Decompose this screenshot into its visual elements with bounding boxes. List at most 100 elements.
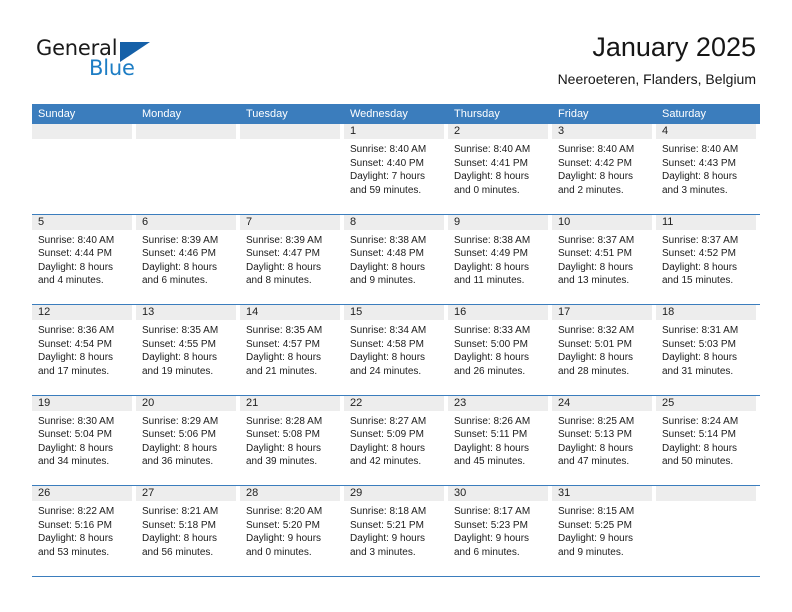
day-detail-sunrise: Sunrise: 8:35 AM xyxy=(142,325,219,336)
day-detail-daylight1: Daylight: 9 hours xyxy=(454,533,530,545)
day-details: Sunrise: 8:29 AM Sunset: 5:06 PM Daylight:… xyxy=(136,411,236,469)
day-detail-daylight1: Daylight: 8 hours xyxy=(246,442,322,454)
day-details: Sunrise: 8:30 AM Sunset: 5:04 PM Daylight:… xyxy=(32,411,132,469)
day-number: 24 xyxy=(552,395,652,411)
day-details: Sunrise: 8:37 AM Sunset: 4:52 PM Daylight:… xyxy=(656,230,756,288)
day-number xyxy=(32,124,132,139)
day-details: Sunrise: 8:20 AM Sunset: 5:20 PM Daylight:… xyxy=(240,501,340,559)
day-detail-daylight2: and 39 minutes. xyxy=(246,456,318,468)
day-detail-daylight1: Daylight: 8 hours xyxy=(558,442,634,454)
calendar-cell-inner: 29 Sunrise: 8:18 AM Sunset: 5:21 PM Dayligh… xyxy=(344,486,444,576)
day-detail-sunset: Sunset: 4:43 PM xyxy=(662,157,736,169)
day-details: Sunrise: 8:40 AM Sunset: 4:44 PM Daylight:… xyxy=(32,230,132,288)
day-details: Sunrise: 8:22 AM Sunset: 5:16 PM Daylight:… xyxy=(32,501,132,559)
day-detail-sunset: Sunset: 5:14 PM xyxy=(662,429,736,441)
day-number: 5 xyxy=(32,214,132,230)
calendar-day-cell[interactable]: 22 Sunrise: 8:27 AM Sunset: 5:09 PM Dayligh… xyxy=(344,395,448,485)
general-blue-logo[interactable]: General Blue xyxy=(36,36,150,80)
calendar-day-cell[interactable]: 1 Sunrise: 8:40 AM Sunset: 4:40 PM Daylight… xyxy=(344,124,448,214)
day-details: Sunrise: 8:28 AM Sunset: 5:08 PM Daylight:… xyxy=(240,411,340,469)
day-detail-daylight1: Daylight: 9 hours xyxy=(246,533,322,545)
calendar-cell-inner: 8 Sunrise: 8:38 AM Sunset: 4:48 PM Daylight… xyxy=(344,214,444,305)
calendar-day-cell[interactable]: 9 Sunrise: 8:38 AM Sunset: 4:49 PM Daylight… xyxy=(448,214,552,304)
calendar-day-cell[interactable]: 20 Sunrise: 8:29 AM Sunset: 5:06 PM Dayligh… xyxy=(136,395,240,485)
calendar-day-cell[interactable]: 23 Sunrise: 8:26 AM Sunset: 5:11 PM Dayligh… xyxy=(448,395,552,485)
weekday-header-friday: Friday xyxy=(558,108,589,120)
calendar-cell-inner: 13 Sunrise: 8:35 AM Sunset: 4:55 PM Dayligh… xyxy=(136,305,236,395)
calendar-day-cell[interactable]: 5 Sunrise: 8:40 AM Sunset: 4:44 PM Daylight… xyxy=(32,214,136,304)
calendar-day-cell[interactable]: 7 Sunrise: 8:39 AM Sunset: 4:47 PM Daylight… xyxy=(240,214,344,305)
day-detail-sunset: Sunset: 5:01 PM xyxy=(558,338,632,350)
day-detail-daylight1: Daylight: 8 hours xyxy=(454,171,530,183)
calendar-day-cell[interactable]: 4 Sunrise: 8:40 AM Sunset: 4:43 PM Daylight… xyxy=(656,124,760,214)
calendar-cell-inner: 10 Sunrise: 8:37 AM Sunset: 4:51 PM Dayligh… xyxy=(552,214,652,305)
calendar-day-cell[interactable]: 14 Sunrise: 8:35 AM Sunset: 4:57 PM Dayligh… xyxy=(240,305,344,395)
day-detail-daylight2: and 59 minutes. xyxy=(350,184,422,196)
calendar-cell-inner: 18 Sunrise: 8:31 AM Sunset: 5:03 PM Dayligh… xyxy=(656,305,756,395)
calendar-day-cell[interactable]: 19 Sunrise: 8:30 AM Sunset: 5:04 PM Dayligh… xyxy=(32,395,136,485)
calendar-day-cell[interactable]: 11 Sunrise: 8:37 AM Sunset: 4:52 PM Dayligh… xyxy=(656,214,760,304)
calendar-cell-inner: 31 Sunrise: 8:15 AM Sunset: 5:25 PM Dayligh… xyxy=(552,486,652,576)
calendar-day-cell[interactable]: 26 Sunrise: 8:22 AM Sunset: 5:16 PM Dayligh… xyxy=(32,486,136,576)
day-number: 21 xyxy=(240,395,340,411)
day-details: Sunrise: 8:35 AM Sunset: 4:55 PM Daylight:… xyxy=(136,320,236,378)
calendar-day-cell[interactable]: 21 Sunrise: 8:28 AM Sunset: 5:08 PM Dayligh… xyxy=(240,395,344,485)
calendar-cell-inner: 14 Sunrise: 8:35 AM Sunset: 4:57 PM Dayligh… xyxy=(240,305,340,395)
calendar-cell-inner: 26 Sunrise: 8:22 AM Sunset: 5:16 PM Dayligh… xyxy=(32,486,132,576)
calendar-day-cell[interactable]: 12 Sunrise: 8:36 AM Sunset: 4:54 PM Dayligh… xyxy=(32,305,136,395)
calendar-day-cell[interactable]: 17 Sunrise: 8:32 AM Sunset: 5:01 PM Dayligh… xyxy=(552,305,656,395)
calendar-day-cell[interactable]: 29 Sunrise: 8:18 AM Sunset: 5:21 PM Dayligh… xyxy=(344,486,448,576)
calendar-day-cell[interactable]: 16 Sunrise: 8:33 AM Sunset: 5:00 PM Dayligh… xyxy=(448,305,552,395)
day-detail-daylight1: Daylight: 8 hours xyxy=(350,261,426,273)
calendar-day-cell[interactable]: 28 Sunrise: 8:20 AM Sunset: 5:20 PM Dayligh… xyxy=(240,486,344,576)
calendar-cell-inner: 7 Sunrise: 8:39 AM Sunset: 4:47 PM Daylight… xyxy=(240,214,340,305)
day-detail-sunset: Sunset: 4:52 PM xyxy=(662,248,736,260)
calendar-day-cell[interactable]: 13 Sunrise: 8:35 AM Sunset: 4:55 PM Dayligh… xyxy=(136,305,240,395)
calendar-day-cell[interactable]: 25 Sunrise: 8:24 AM Sunset: 5:14 PM Dayligh… xyxy=(656,395,760,485)
calendar-day-cell[interactable]: 3 Sunrise: 8:40 AM Sunset: 4:42 PM Daylight… xyxy=(552,124,656,214)
day-number: 1 xyxy=(344,124,444,139)
day-detail-daylight1: Daylight: 8 hours xyxy=(38,261,114,273)
day-detail-sunset: Sunset: 4:40 PM xyxy=(350,157,424,169)
calendar-day-cell[interactable]: 24 Sunrise: 8:25 AM Sunset: 5:13 PM Dayligh… xyxy=(552,395,656,485)
day-details: Sunrise: 8:37 AM Sunset: 4:51 PM Daylight:… xyxy=(552,230,652,288)
calendar-day-cell[interactable]: 18 Sunrise: 8:31 AM Sunset: 5:03 PM Dayligh… xyxy=(656,305,760,395)
day-number: 30 xyxy=(448,486,548,501)
weekday-header-row: Sunday Monday Tuesday Wednesday Thursday Frid… xyxy=(32,104,760,124)
calendar-day-cell[interactable]: 2 Sunrise: 8:40 AM Sunset: 4:41 PM Daylight… xyxy=(448,124,552,214)
calendar-weeks: 1 Sunrise: 8:40 AM Sunset: 4:40 PM Daylight… xyxy=(32,124,760,577)
day-number: 25 xyxy=(656,395,756,411)
day-detail-sunrise: Sunrise: 8:28 AM xyxy=(246,415,323,427)
day-detail-sunrise: Sunrise: 8:40 AM xyxy=(662,144,739,155)
calendar-day-cell[interactable]: 30 Sunrise: 8:17 AM Sunset: 5:23 PM Dayligh… xyxy=(448,486,552,576)
calendar-cell-inner: 12 Sunrise: 8:36 AM Sunset: 4:54 PM Dayligh… xyxy=(32,305,132,395)
day-details: Sunrise: 8:34 AM Sunset: 4:58 PM Daylight:… xyxy=(344,320,444,378)
calendar-cell-empty xyxy=(656,486,760,576)
page-header: General Blue January 2025 Neeroeteren, F… xyxy=(0,0,792,103)
day-detail-sunrise: Sunrise: 8:21 AM xyxy=(142,506,219,517)
day-detail-daylight2: and 6 minutes. xyxy=(454,546,520,558)
calendar-day-cell[interactable]: 8 Sunrise: 8:38 AM Sunset: 4:48 PM Daylight… xyxy=(344,214,448,305)
day-number: 20 xyxy=(136,395,236,411)
calendar-cell-inner xyxy=(240,124,340,214)
day-details: Sunrise: 8:32 AM Sunset: 5:01 PM Daylight:… xyxy=(552,320,652,378)
calendar-cell-inner: 28 Sunrise: 8:20 AM Sunset: 5:20 PM Dayligh… xyxy=(240,486,340,576)
day-detail-sunset: Sunset: 4:51 PM xyxy=(558,248,632,260)
day-number: 12 xyxy=(32,305,132,320)
calendar-cell-inner: 27 Sunrise: 8:21 AM Sunset: 5:18 PM Dayligh… xyxy=(136,486,236,576)
day-detail-sunrise: Sunrise: 8:18 AM xyxy=(350,506,427,517)
day-detail-sunrise: Sunrise: 8:33 AM xyxy=(454,325,531,336)
day-detail-daylight1: Daylight: 8 hours xyxy=(662,261,738,273)
day-details: Sunrise: 8:17 AM Sunset: 5:23 PM Daylight:… xyxy=(448,501,548,559)
calendar-cell-inner: 2 Sunrise: 8:40 AM Sunset: 4:41 PM Daylight… xyxy=(448,124,548,214)
day-details: Sunrise: 8:40 AM Sunset: 4:40 PM Daylight:… xyxy=(344,139,444,197)
calendar-day-cell[interactable]: 6 Sunrise: 8:39 AM Sunset: 4:46 PM Daylight… xyxy=(136,214,240,304)
calendar-day-cell[interactable]: 15 Sunrise: 8:34 AM Sunset: 4:58 PM Dayligh… xyxy=(344,305,448,395)
day-detail-sunrise: Sunrise: 8:40 AM xyxy=(38,234,115,246)
calendar-day-cell[interactable]: 10 Sunrise: 8:37 AM Sunset: 4:51 PM Dayligh… xyxy=(552,214,656,305)
calendar-day-cell[interactable]: 31 Sunrise: 8:15 AM Sunset: 5:25 PM Dayligh… xyxy=(552,486,656,576)
weekday-header-tuesday: Tuesday xyxy=(246,108,288,120)
calendar-day-cell[interactable]: 27 Sunrise: 8:21 AM Sunset: 5:18 PM Dayligh… xyxy=(136,486,240,576)
day-detail-sunrise: Sunrise: 8:25 AM xyxy=(558,415,635,427)
day-detail-sunset: Sunset: 5:16 PM xyxy=(38,519,112,531)
